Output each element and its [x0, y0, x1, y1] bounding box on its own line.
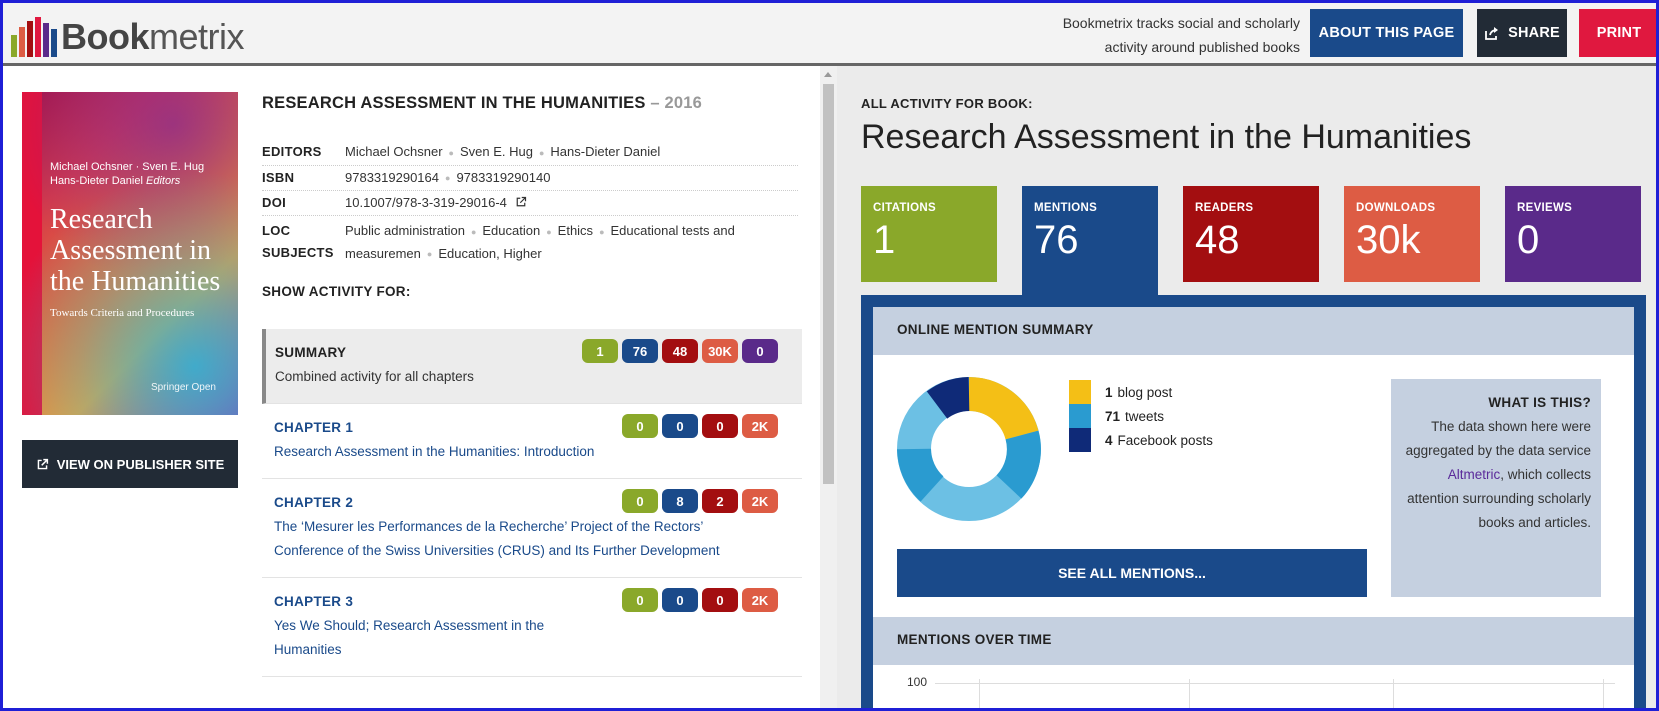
- tile-mentions[interactable]: MENTIONS 76: [1022, 186, 1158, 296]
- chapter-item-summary[interactable]: SUMMARY Combined activity for all chapte…: [262, 329, 802, 404]
- chart-gridline: [1603, 679, 1604, 711]
- readers-badge: 48: [662, 339, 698, 363]
- legend-blog: 1 blog post: [1069, 380, 1213, 404]
- tile-readers[interactable]: READERS 48: [1183, 186, 1319, 282]
- app-header: Bookmetrix Bookmetrix tracks social and …: [3, 3, 1659, 66]
- share-button[interactable]: SHARE: [1477, 9, 1567, 57]
- citations-badge: 0: [622, 489, 658, 513]
- chapter-list: SUMMARY Combined activity for all chapte…: [262, 329, 802, 677]
- chart-gridline: [1189, 679, 1190, 711]
- scrollbar-thumb[interactable]: [823, 84, 834, 484]
- doi-row: DOI 10.1007/978-3-319-29016-4: [262, 191, 798, 217]
- mentions-badge: 0: [662, 414, 698, 438]
- altmetric-donut-icon: [897, 377, 1041, 521]
- legend-facebook: 4 Facebook posts: [1069, 428, 1213, 452]
- see-all-mentions-button[interactable]: SEE ALL MENTIONS...: [897, 549, 1367, 597]
- tile-downloads[interactable]: DOWNLOADS 30k: [1344, 186, 1480, 282]
- book-title: RESEARCH ASSESSMENT IN THE HUMANITIES – …: [262, 94, 703, 112]
- external-link-icon[interactable]: [515, 196, 527, 208]
- what-is-this-box: WHAT IS THIS? The data shown here were a…: [1391, 379, 1601, 597]
- doi-link[interactable]: 10.1007/978-3-319-29016-4: [345, 195, 507, 210]
- activity-panel: ALL ACTIVITY FOR BOOK: Research Assessme…: [837, 66, 1656, 711]
- downloads-badge: 2K: [742, 588, 778, 612]
- mentions-badge: 8: [662, 489, 698, 513]
- editors-row: EDITORS Michael Ochsner ● Sven E. Hug ● Hans…: [262, 140, 798, 166]
- mentions-over-time-heading: MENTIONS OVER TIME: [873, 617, 1634, 665]
- chart-gridline: [979, 679, 980, 711]
- citations-badge: 1: [582, 339, 618, 363]
- readers-badge: 0: [702, 588, 738, 612]
- legend-twitter: 71 tweets: [1069, 404, 1213, 428]
- mentions-panel: ONLINE MENTION SUMMARY 1 blog post 71 twee…: [861, 295, 1646, 711]
- activity-badges: 1 76 48 30K 0: [582, 339, 778, 363]
- activity-book-title: Research Assessment in the Humanities: [861, 118, 1472, 156]
- chapter-item-1[interactable]: CHAPTER 1 Research Assessment in the Hum…: [262, 404, 802, 479]
- chapter-item-2[interactable]: CHAPTER 2 The ‘Mesurer les Performances …: [262, 479, 802, 578]
- logo-bars-icon: [11, 17, 57, 57]
- cover-subtitle: Towards Criteria and Procedures: [50, 307, 195, 319]
- book-metadata: EDITORS Michael Ochsner ● Sven E. Hug ● Hans…: [262, 140, 798, 269]
- book-cover-image: Michael Ochsner · Sven E. Hug Hans-Diete…: [22, 92, 238, 415]
- cover-publisher: Springer Open: [150, 382, 216, 393]
- mentions-badge: 0: [662, 588, 698, 612]
- tagline: Bookmetrix tracks social and scholarly a…: [1062, 15, 1300, 55]
- readers-badge: 2: [702, 489, 738, 513]
- y-axis-tick-100: 100: [907, 675, 928, 689]
- readers-badge: 0: [702, 414, 738, 438]
- logo-text: Bookmetrix: [61, 16, 245, 57]
- activity-badges: 0 0 0 2K: [622, 588, 778, 612]
- reviews-badge: 0: [742, 339, 778, 363]
- loc-subjects-row: LOC SUBJECTS Public administration ● Educat…: [262, 223, 735, 261]
- isbn-row: ISBN 9783319290164 ● 9783319290140: [262, 166, 798, 192]
- tile-reviews[interactable]: REVIEWS 0: [1505, 186, 1641, 282]
- tile-citations[interactable]: CITATIONS 1: [861, 186, 997, 282]
- downloads-badge: 30K: [702, 339, 738, 363]
- print-button[interactable]: PRINT: [1579, 9, 1659, 57]
- mention-legend: 1 blog post 71 tweets 4 Facebook posts: [1069, 380, 1213, 452]
- middle-scrollbar[interactable]: [820, 66, 837, 711]
- citations-badge: 0: [622, 588, 658, 612]
- downloads-badge: 2K: [742, 414, 778, 438]
- view-on-publisher-site-button[interactable]: VIEW ON PUBLISHER SITE: [22, 440, 238, 488]
- external-link-icon: [37, 458, 48, 469]
- citations-badge: 0: [622, 414, 658, 438]
- about-this-page-button[interactable]: ABOUT THIS PAGE: [1310, 9, 1463, 57]
- cover-editors: Michael Ochsner · Sven E. Hug Hans-Diete…: [50, 161, 205, 187]
- bookmetrix-logo[interactable]: Bookmetrix: [11, 11, 245, 57]
- show-activity-for-label: SHOW ACTIVITY FOR:: [262, 284, 411, 299]
- book-details-panel: RESEARCH ASSESSMENT IN THE HUMANITIES – …: [262, 66, 802, 711]
- cover-title: Research Assessment in the Humanities: [50, 204, 221, 297]
- activity-badges: 0 8 2 2K: [622, 489, 778, 513]
- downloads-badge: 2K: [742, 489, 778, 513]
- chapter-item-3[interactable]: CHAPTER 3 Yes We Should; Research Assess…: [262, 578, 802, 677]
- altmetric-link[interactable]: Altmetric: [1448, 467, 1501, 482]
- scroll-up-arrow-icon[interactable]: [824, 72, 832, 77]
- online-mention-summary-heading: ONLINE MENTION SUMMARY: [873, 307, 1634, 355]
- chart-gridline: [935, 683, 1615, 684]
- mentions-badge: 76: [622, 339, 658, 363]
- all-activity-label: ALL ACTIVITY FOR BOOK:: [861, 96, 1033, 111]
- activity-badges: 0 0 0 2K: [622, 414, 778, 438]
- share-icon: [1485, 27, 1499, 40]
- chart-gridline: [1393, 679, 1394, 711]
